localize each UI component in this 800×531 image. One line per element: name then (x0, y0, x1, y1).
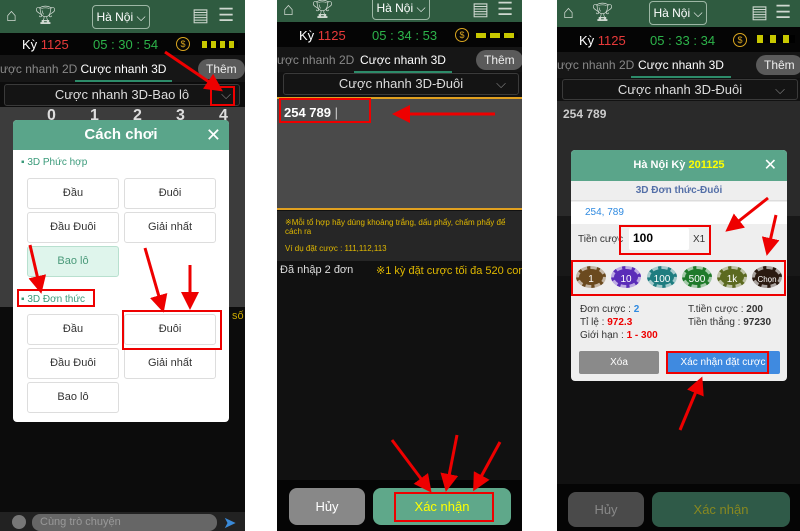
annotation-arrows (28, 50, 780, 493)
